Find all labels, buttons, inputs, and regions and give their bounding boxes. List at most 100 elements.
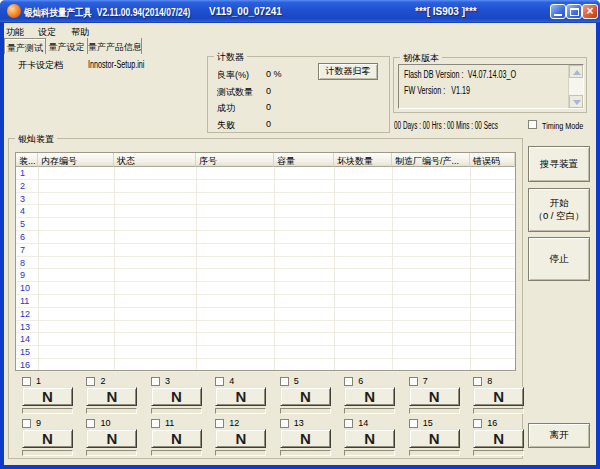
slot-number-11: 11 bbox=[165, 418, 174, 428]
slot-2: 2N bbox=[86, 376, 144, 418]
table-row[interactable]: 10 bbox=[16, 282, 515, 295]
slot-15: 15N bbox=[409, 418, 467, 460]
window-title: 银灿科技量产工具 V2.11.00.94(2014/07/24) bbox=[24, 6, 190, 20]
table-row[interactable]: 11 bbox=[16, 295, 515, 308]
slot-13: 13N bbox=[280, 418, 338, 460]
table-row[interactable]: 12 bbox=[16, 308, 515, 321]
column-header-2[interactable]: 状态 bbox=[114, 153, 196, 167]
slot-n-button-2[interactable]: N bbox=[86, 387, 137, 406]
slot-n-button-6[interactable]: N bbox=[344, 387, 395, 406]
slot-1: 1N bbox=[22, 376, 80, 418]
slot-progress-5 bbox=[280, 408, 331, 414]
counter-value-3: 0 bbox=[266, 119, 271, 129]
slot-checkbox-9[interactable] bbox=[22, 419, 31, 428]
slot-checkbox-8[interactable] bbox=[473, 377, 482, 386]
slot-progress-9 bbox=[22, 450, 73, 456]
column-header-4[interactable]: 容量 bbox=[274, 153, 334, 167]
slot-checkbox-2[interactable] bbox=[86, 377, 95, 386]
app-icon[interactable] bbox=[7, 4, 21, 18]
maximize-button[interactable] bbox=[566, 4, 582, 19]
slot-n-button-10[interactable]: N bbox=[86, 429, 137, 448]
table-row[interactable]: 16 bbox=[16, 359, 515, 372]
start-button[interactable]: 开始（0 / 空白） bbox=[528, 188, 590, 232]
slot-checkbox-3[interactable] bbox=[151, 377, 160, 386]
slot-checkbox-10[interactable] bbox=[86, 419, 95, 428]
table-row[interactable]: 6 bbox=[16, 231, 515, 244]
stop-button[interactable]: 停止 bbox=[528, 237, 590, 281]
slot-checkbox-13[interactable] bbox=[280, 419, 289, 428]
exit-button[interactable]: 离开 bbox=[528, 423, 590, 448]
scroll-down-icon[interactable] bbox=[569, 95, 583, 108]
table-row[interactable]: 7 bbox=[16, 244, 515, 257]
slot-16: 16N bbox=[473, 418, 531, 460]
slot-14: 14N bbox=[344, 418, 402, 460]
column-header-1[interactable]: 内存编号 bbox=[38, 153, 114, 167]
slot-n-button-14[interactable]: N bbox=[344, 429, 395, 448]
slot-n-button-7[interactable]: N bbox=[409, 387, 460, 406]
slot-7: 7N bbox=[409, 376, 467, 418]
search-devices-button[interactable]: 搜寻装置 bbox=[528, 146, 590, 182]
row-number: 16 bbox=[20, 360, 30, 370]
scroll-up-icon[interactable] bbox=[569, 65, 583, 78]
slot-n-button-9[interactable]: N bbox=[22, 429, 73, 448]
tab-2[interactable]: 量产产品信息 bbox=[88, 38, 142, 54]
slot-checkbox-15[interactable] bbox=[409, 419, 418, 428]
table-row[interactable]: 9 bbox=[16, 269, 515, 282]
table-row[interactable]: 8 bbox=[16, 257, 515, 270]
slot-checkbox-1[interactable] bbox=[22, 377, 31, 386]
column-header-5[interactable]: 坏块数量 bbox=[334, 153, 392, 167]
slot-number-13: 13 bbox=[294, 418, 304, 428]
table-row[interactable]: 15 bbox=[16, 346, 515, 359]
close-button[interactable]: × bbox=[582, 4, 598, 19]
minimize-button[interactable] bbox=[550, 4, 566, 19]
table-row[interactable]: 1 bbox=[16, 167, 515, 180]
tab-1[interactable]: 量产设定 bbox=[46, 38, 88, 54]
slot-checkbox-6[interactable] bbox=[344, 377, 353, 386]
slot-checkbox-11[interactable] bbox=[151, 419, 160, 428]
table-row[interactable]: 13 bbox=[16, 321, 515, 334]
table-row[interactable]: 14 bbox=[16, 333, 515, 346]
table-row[interactable]: 5 bbox=[16, 218, 515, 231]
config-file-value: Innostor-Setup.ini bbox=[88, 59, 166, 70]
tab-0[interactable]: 量产测试 bbox=[4, 38, 46, 54]
slot-checkbox-7[interactable] bbox=[409, 377, 418, 386]
table-row[interactable]: 2 bbox=[16, 180, 515, 193]
slot-checkbox-14[interactable] bbox=[344, 419, 353, 428]
slot-n-button-12[interactable]: N bbox=[215, 429, 266, 448]
column-header-0[interactable]: 装... bbox=[16, 153, 38, 167]
row-number: 2 bbox=[20, 181, 25, 191]
slot-progress-8 bbox=[473, 408, 524, 414]
slot-n-button-8[interactable]: N bbox=[473, 387, 524, 406]
counter-reset-button[interactable]: 计数器归零 bbox=[318, 63, 378, 80]
slot-n-button-3[interactable]: N bbox=[151, 387, 202, 406]
slot-n-button-16[interactable]: N bbox=[473, 429, 524, 448]
firmware-version-panel: Flash DB Version : V4.07.14.03_OFW Versi… bbox=[398, 64, 584, 109]
devices-table-header: 装...内存编号状态序号容量坏块数量制造厂编号/产...错误码 bbox=[16, 153, 515, 167]
title-bar: 银灿科技量产工具 V2.11.00.94(2014/07/24) V119_00… bbox=[0, 0, 600, 23]
slot-number-15: 15 bbox=[423, 418, 433, 428]
slot-n-button-13[interactable]: N bbox=[280, 429, 331, 448]
slot-n-button-11[interactable]: N bbox=[151, 429, 202, 448]
slot-6: 6N bbox=[344, 376, 402, 418]
table-row[interactable]: 4 bbox=[16, 205, 515, 218]
counter-label-0: 良率(%) bbox=[217, 69, 249, 82]
app-window: 银灿科技量产工具 V2.11.00.94(2014/07/24) V119_00… bbox=[0, 0, 600, 469]
slot-checkbox-12[interactable] bbox=[215, 419, 224, 428]
table-row[interactable]: 3 bbox=[16, 193, 515, 206]
column-header-6[interactable]: 制造厂编号/产... bbox=[392, 153, 470, 167]
row-number: 5 bbox=[20, 219, 25, 229]
slot-n-button-4[interactable]: N bbox=[215, 387, 266, 406]
slot-n-button-5[interactable]: N bbox=[280, 387, 331, 406]
slot-checkbox-4[interactable] bbox=[215, 377, 224, 386]
slot-checkbox-16[interactable] bbox=[473, 419, 482, 428]
column-header-7[interactable]: 错误码 bbox=[470, 153, 515, 167]
slot-progress-4 bbox=[215, 408, 266, 414]
slot-checkbox-5[interactable] bbox=[280, 377, 289, 386]
column-header-3[interactable]: 序号 bbox=[196, 153, 274, 167]
devices-table: 装...内存编号状态序号容量坏块数量制造厂编号/产...错误码 12 345 678… bbox=[15, 152, 516, 371]
slot-n-button-1[interactable]: N bbox=[22, 387, 73, 406]
slot-progress-1 bbox=[22, 408, 73, 414]
slot-progress-14 bbox=[344, 450, 395, 456]
slot-10: 10N bbox=[86, 418, 144, 460]
slot-n-button-15[interactable]: N bbox=[409, 429, 460, 448]
